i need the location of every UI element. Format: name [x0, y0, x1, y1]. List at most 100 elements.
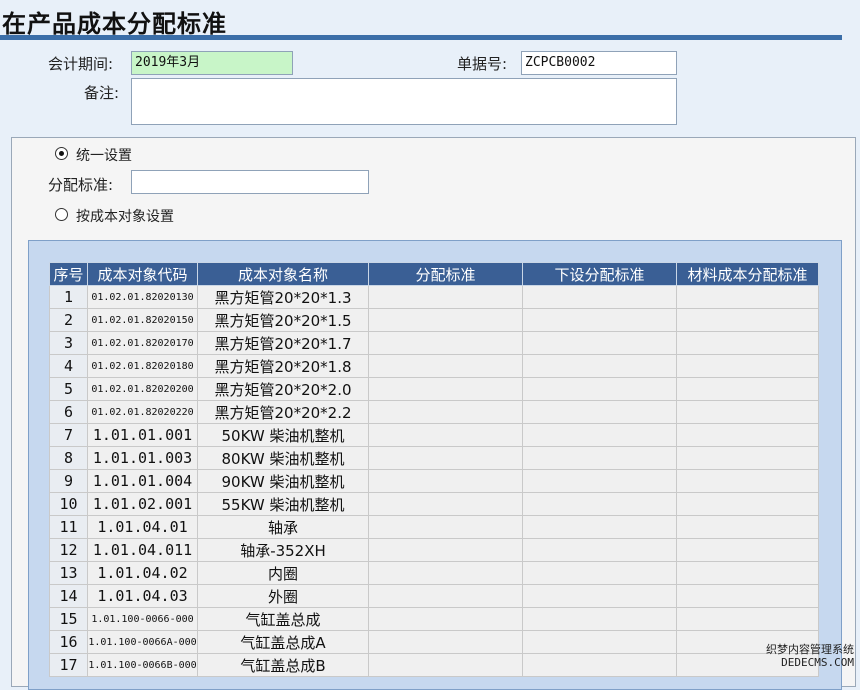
table-row[interactable]: 7 1.01.01.001 50KW 柴油机整机 — [49, 423, 819, 447]
table-row[interactable]: 15 1.01.100-0066-000 气缸盖总成 — [49, 607, 819, 631]
sub-standard-cell[interactable] — [522, 469, 677, 493]
sub-standard-cell[interactable] — [522, 285, 677, 309]
sub-standard-cell[interactable] — [522, 446, 677, 470]
table-row[interactable]: 12 1.01.04.011 轴承-352XH — [49, 538, 819, 562]
table-row[interactable]: 14 1.01.04.03 外圈 — [49, 584, 819, 608]
standard-cell[interactable] — [368, 561, 523, 585]
standard-cell[interactable] — [368, 400, 523, 424]
material-standard-cell[interactable] — [676, 607, 819, 631]
material-standard-cell[interactable] — [676, 584, 819, 608]
sub-standard-cell[interactable] — [522, 354, 677, 378]
sub-standard-cell[interactable] — [522, 561, 677, 585]
column-header[interactable]: 序号 — [49, 262, 88, 286]
object-name-cell: 50KW 柴油机整机 — [197, 423, 369, 447]
table-row[interactable]: 4 01.02.01.82020180 黑方矩管20*20*1.8 — [49, 354, 819, 378]
standard-cell[interactable] — [368, 308, 523, 332]
standard-cell[interactable] — [368, 584, 523, 608]
material-standard-cell[interactable] — [676, 515, 819, 539]
sub-standard-cell[interactable] — [522, 492, 677, 516]
watermark: 织梦内容管理系统 DEDECMS.COM — [766, 643, 854, 669]
standard-cell[interactable] — [368, 285, 523, 309]
table-row[interactable]: 5 01.02.01.82020200 黑方矩管20*20*2.0 — [49, 377, 819, 401]
standard-cell[interactable] — [368, 354, 523, 378]
material-standard-cell[interactable] — [676, 561, 819, 585]
standard-cell[interactable] — [368, 469, 523, 493]
material-standard-cell[interactable] — [676, 400, 819, 424]
table-row[interactable]: 8 1.01.01.003 80KW 柴油机整机 — [49, 446, 819, 470]
standard-cell[interactable] — [368, 607, 523, 631]
table-row[interactable]: 9 1.01.01.004 90KW 柴油机整机 — [49, 469, 819, 493]
by-object-label: 按成本对象设置 — [76, 209, 174, 225]
standard-cell[interactable] — [368, 515, 523, 539]
standard-cell[interactable] — [368, 446, 523, 470]
object-name-cell: 80KW 柴油机整机 — [197, 446, 369, 470]
standard-cell[interactable] — [368, 630, 523, 654]
sub-standard-cell[interactable] — [522, 331, 677, 355]
material-standard-cell[interactable] — [676, 469, 819, 493]
sub-standard-cell[interactable] — [522, 423, 677, 447]
row-number-cell: 8 — [49, 446, 88, 470]
object-code-cell: 01.02.01.82020180 — [87, 354, 198, 378]
object-name-cell: 黑方矩管20*20*1.5 — [197, 308, 369, 332]
object-name-cell: 内圈 — [197, 561, 369, 585]
standard-cell[interactable] — [368, 377, 523, 401]
material-standard-cell[interactable] — [676, 331, 819, 355]
standard-cell[interactable] — [368, 331, 523, 355]
sub-standard-cell[interactable] — [522, 400, 677, 424]
material-standard-cell[interactable] — [676, 354, 819, 378]
sub-standard-cell[interactable] — [522, 538, 677, 562]
row-number-cell: 15 — [49, 607, 88, 631]
column-header[interactable]: 成本对象代码 — [87, 262, 198, 286]
object-code-cell: 01.02.01.82020220 — [87, 400, 198, 424]
standard-field[interactable] — [131, 170, 369, 194]
material-standard-cell[interactable] — [676, 538, 819, 562]
table-row[interactable]: 16 1.01.100-0066A-000 气缸盖总成A — [49, 630, 819, 654]
column-header[interactable]: 分配标准 — [368, 262, 523, 286]
sub-standard-cell[interactable] — [522, 515, 677, 539]
column-header[interactable]: 下设分配标准 — [522, 262, 677, 286]
standard-cell[interactable] — [368, 492, 523, 516]
period-label: 会计期间: — [48, 55, 114, 73]
table-row[interactable]: 1 01.02.01.82020130 黑方矩管20*20*1.3 — [49, 285, 819, 309]
material-standard-cell[interactable] — [676, 446, 819, 470]
table-row[interactable]: 11 1.01.04.01 轴承 — [49, 515, 819, 539]
material-standard-cell[interactable] — [676, 377, 819, 401]
sub-standard-cell[interactable] — [522, 607, 677, 631]
material-standard-cell[interactable] — [676, 285, 819, 309]
object-code-cell: 1.01.100-0066A-000 — [87, 630, 198, 654]
remark-field[interactable] — [131, 78, 677, 125]
sub-standard-cell[interactable] — [522, 377, 677, 401]
column-header[interactable]: 成本对象名称 — [197, 262, 369, 286]
table-row[interactable]: 6 01.02.01.82020220 黑方矩管20*20*2.2 — [49, 400, 819, 424]
unified-radio[interactable] — [55, 147, 68, 160]
sub-standard-cell[interactable] — [522, 653, 677, 677]
object-code-cell: 1.01.01.003 — [87, 446, 198, 470]
table-row[interactable]: 10 1.01.02.001 55KW 柴油机整机 — [49, 492, 819, 516]
object-name-cell: 黑方矩管20*20*2.2 — [197, 400, 369, 424]
standard-cell[interactable] — [368, 538, 523, 562]
period-field[interactable]: 2019年3月 — [131, 51, 293, 75]
title-divider — [0, 35, 842, 40]
row-number-cell: 1 — [49, 285, 88, 309]
sub-standard-cell[interactable] — [522, 308, 677, 332]
material-standard-cell[interactable] — [676, 423, 819, 447]
table-header: 序号 成本对象代码 成本对象名称 分配标准 下设分配标准 材料成本分配标准 — [49, 262, 819, 286]
material-standard-cell[interactable] — [676, 308, 819, 332]
table-row[interactable]: 13 1.01.04.02 内圈 — [49, 561, 819, 585]
column-header[interactable]: 材料成本分配标准 — [676, 262, 819, 286]
sub-standard-cell[interactable] — [522, 584, 677, 608]
table-row[interactable]: 17 1.01.100-0066B-000 气缸盖总成B — [49, 653, 819, 677]
table-row[interactable]: 3 01.02.01.82020170 黑方矩管20*20*1.7 — [49, 331, 819, 355]
object-code-cell: 1.01.100-0066-000 — [87, 607, 198, 631]
standard-cell[interactable] — [368, 423, 523, 447]
page-title: 在产品成本分配标准 — [2, 10, 227, 38]
sub-standard-cell[interactable] — [522, 630, 677, 654]
material-standard-cell[interactable] — [676, 492, 819, 516]
by-object-radio[interactable] — [55, 208, 68, 221]
object-code-cell: 1.01.01.004 — [87, 469, 198, 493]
standard-cell[interactable] — [368, 653, 523, 677]
docno-field[interactable]: ZCPCB0002 — [521, 51, 677, 75]
object-name-cell: 轴承-352XH — [197, 538, 369, 562]
object-name-cell: 黑方矩管20*20*1.7 — [197, 331, 369, 355]
table-row[interactable]: 2 01.02.01.82020150 黑方矩管20*20*1.5 — [49, 308, 819, 332]
